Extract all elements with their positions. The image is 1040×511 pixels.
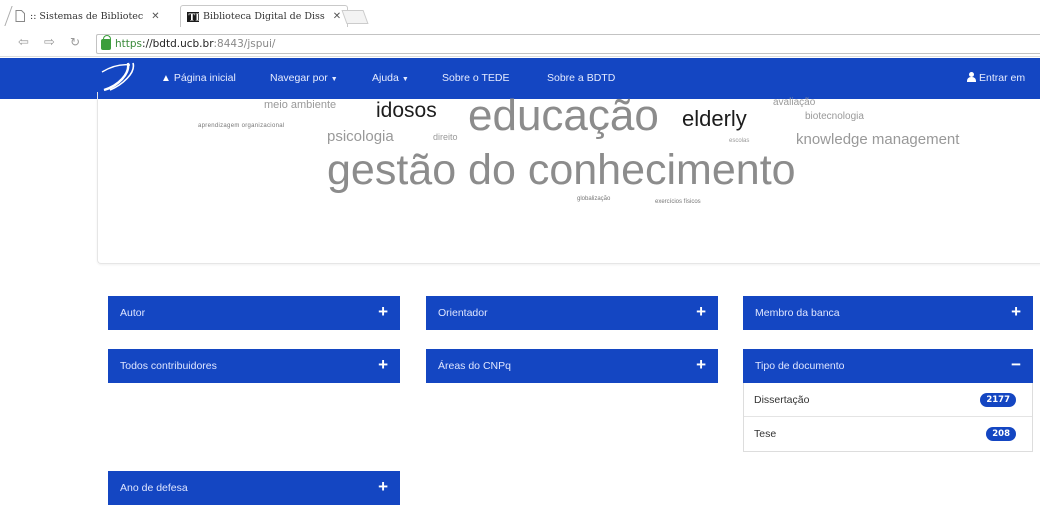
browser-toolbar: ⇦ ⇨ ↻ https://bdtd.ucb.br:8443/jspui/ — [0, 31, 1040, 57]
site-logo-icon[interactable] — [100, 60, 140, 94]
tab-separator — [4, 6, 13, 26]
tab-title: Biblioteca Digital de Diss — [203, 11, 325, 22]
nav-login[interactable]: Entrar em — [967, 72, 1025, 84]
tag-cloud-item[interactable]: aprendizagem organizacional — [198, 123, 284, 129]
plus-icon[interactable]: + — [1011, 302, 1021, 322]
nav-browse-label: Navegar por — [270, 72, 328, 84]
nav-browse-dropdown[interactable]: Navegar por ▼ — [270, 72, 338, 84]
tag-cloud-item[interactable]: meio ambiente — [264, 100, 336, 111]
plus-icon[interactable]: + — [696, 302, 706, 322]
nav-help-dropdown[interactable]: Ajuda ▼ — [372, 72, 409, 84]
back-icon[interactable]: ⇦ — [18, 35, 29, 50]
url-path: :8443/jspui/ — [213, 38, 276, 50]
plus-icon[interactable]: + — [378, 477, 388, 497]
url-host: ://bdtd.ucb.br — [142, 38, 214, 50]
tag-cloud-item[interactable]: knowledge management — [796, 132, 959, 147]
facet-tipo-documento[interactable]: Tipo de documento − — [743, 349, 1033, 383]
facet-title: Todos contribuidores — [120, 360, 217, 372]
caret-down-icon: ▼ — [330, 76, 338, 83]
facet-title: Membro da banca — [755, 307, 840, 319]
nav-about-bdtd[interactable]: Sobre a BDTD — [547, 72, 615, 84]
close-icon[interactable]: ✕ — [333, 11, 341, 22]
new-tab-button[interactable] — [341, 10, 369, 24]
count-badge: 208 — [986, 427, 1016, 441]
address-bar[interactable]: https://bdtd.ucb.br:8443/jspui/ — [96, 34, 1040, 54]
plus-icon[interactable]: + — [378, 302, 388, 322]
tag-cloud-item[interactable]: psicologia — [327, 129, 394, 144]
home-icon: ▲ — [161, 73, 171, 84]
browser-tab-bdtd[interactable]: TD Biblioteca Digital de Diss ✕ — [180, 5, 348, 27]
bdtd-favicon-icon: TD — [187, 11, 199, 23]
page-icon — [14, 10, 26, 22]
count-badge: 2177 — [980, 393, 1016, 407]
facet-membro-banca[interactable]: Membro da banca + — [743, 296, 1033, 330]
tag-cloud-item[interactable]: idosos — [376, 100, 437, 121]
tag-cloud-item[interactable]: direito — [433, 133, 458, 142]
tag-cloud-item[interactable]: exercícios físicos — [655, 199, 701, 205]
tag-cloud-item[interactable]: gestão do conhecimento — [327, 149, 796, 192]
facet-option-dissertacao[interactable]: Dissertação 2177 — [744, 383, 1032, 417]
svg-text:TD: TD — [189, 13, 200, 23]
facet-option-tese[interactable]: Tese 208 — [744, 417, 1032, 451]
nav-help-label: Ajuda — [372, 72, 399, 84]
reload-icon[interactable]: ↻ — [70, 35, 80, 49]
plus-icon[interactable]: + — [378, 355, 388, 375]
browser-tab-sistemas[interactable]: :: Sistemas de Bibliotec ✕ — [14, 5, 184, 27]
browser-tab-bar: :: Sistemas de Bibliotec ✕ TD Biblioteca… — [0, 0, 1040, 31]
forward-icon[interactable]: ⇨ — [44, 35, 55, 50]
facet-tipo-documento-list: Dissertação 2177 Tese 208 — [743, 383, 1033, 452]
close-icon[interactable]: ✕ — [151, 11, 159, 22]
facet-option-label: Tese — [754, 428, 777, 440]
url-scheme: https — [115, 38, 143, 50]
facet-title: Ano de defesa — [120, 482, 188, 494]
caret-down-icon: ▼ — [401, 76, 409, 83]
facet-autor[interactable]: Autor + — [108, 296, 400, 330]
nav-home-label: Página inicial — [173, 72, 236, 84]
tag-cloud-item[interactable]: educação — [468, 94, 659, 138]
tag-cloud-item[interactable]: escolas — [729, 138, 749, 144]
nav-login-label: Entrar em — [979, 72, 1026, 84]
tag-cloud-item[interactable]: elderly — [682, 108, 747, 130]
tag-cloud-item[interactable]: biotecnologia — [805, 112, 864, 122]
facet-title: Áreas do CNPq — [438, 360, 511, 372]
lock-icon — [101, 34, 111, 50]
minus-icon[interactable]: − — [1011, 355, 1021, 375]
tag-cloud-item[interactable]: avaliação — [773, 98, 815, 108]
tag-cloud-item[interactable]: globalização — [577, 196, 610, 202]
facet-ano-defesa[interactable]: Ano de defesa + — [108, 471, 400, 505]
facet-areas-cnpq[interactable]: Áreas do CNPq + — [426, 349, 718, 383]
facet-contribuidores[interactable]: Todos contribuidores + — [108, 349, 400, 383]
nav-home[interactable]: ▲ Página inicial — [161, 72, 236, 84]
plus-icon[interactable]: + — [696, 355, 706, 375]
tab-title: :: Sistemas de Bibliotec — [30, 10, 144, 22]
nav-about-tede[interactable]: Sobre o TEDE — [442, 72, 510, 84]
facet-orientador[interactable]: Orientador + — [426, 296, 718, 330]
facet-title: Autor — [120, 307, 146, 319]
facet-option-label: Dissertação — [754, 393, 810, 406]
facet-title: Tipo de documento — [755, 360, 845, 372]
user-icon — [967, 72, 976, 82]
facet-title: Orientador — [438, 307, 488, 319]
